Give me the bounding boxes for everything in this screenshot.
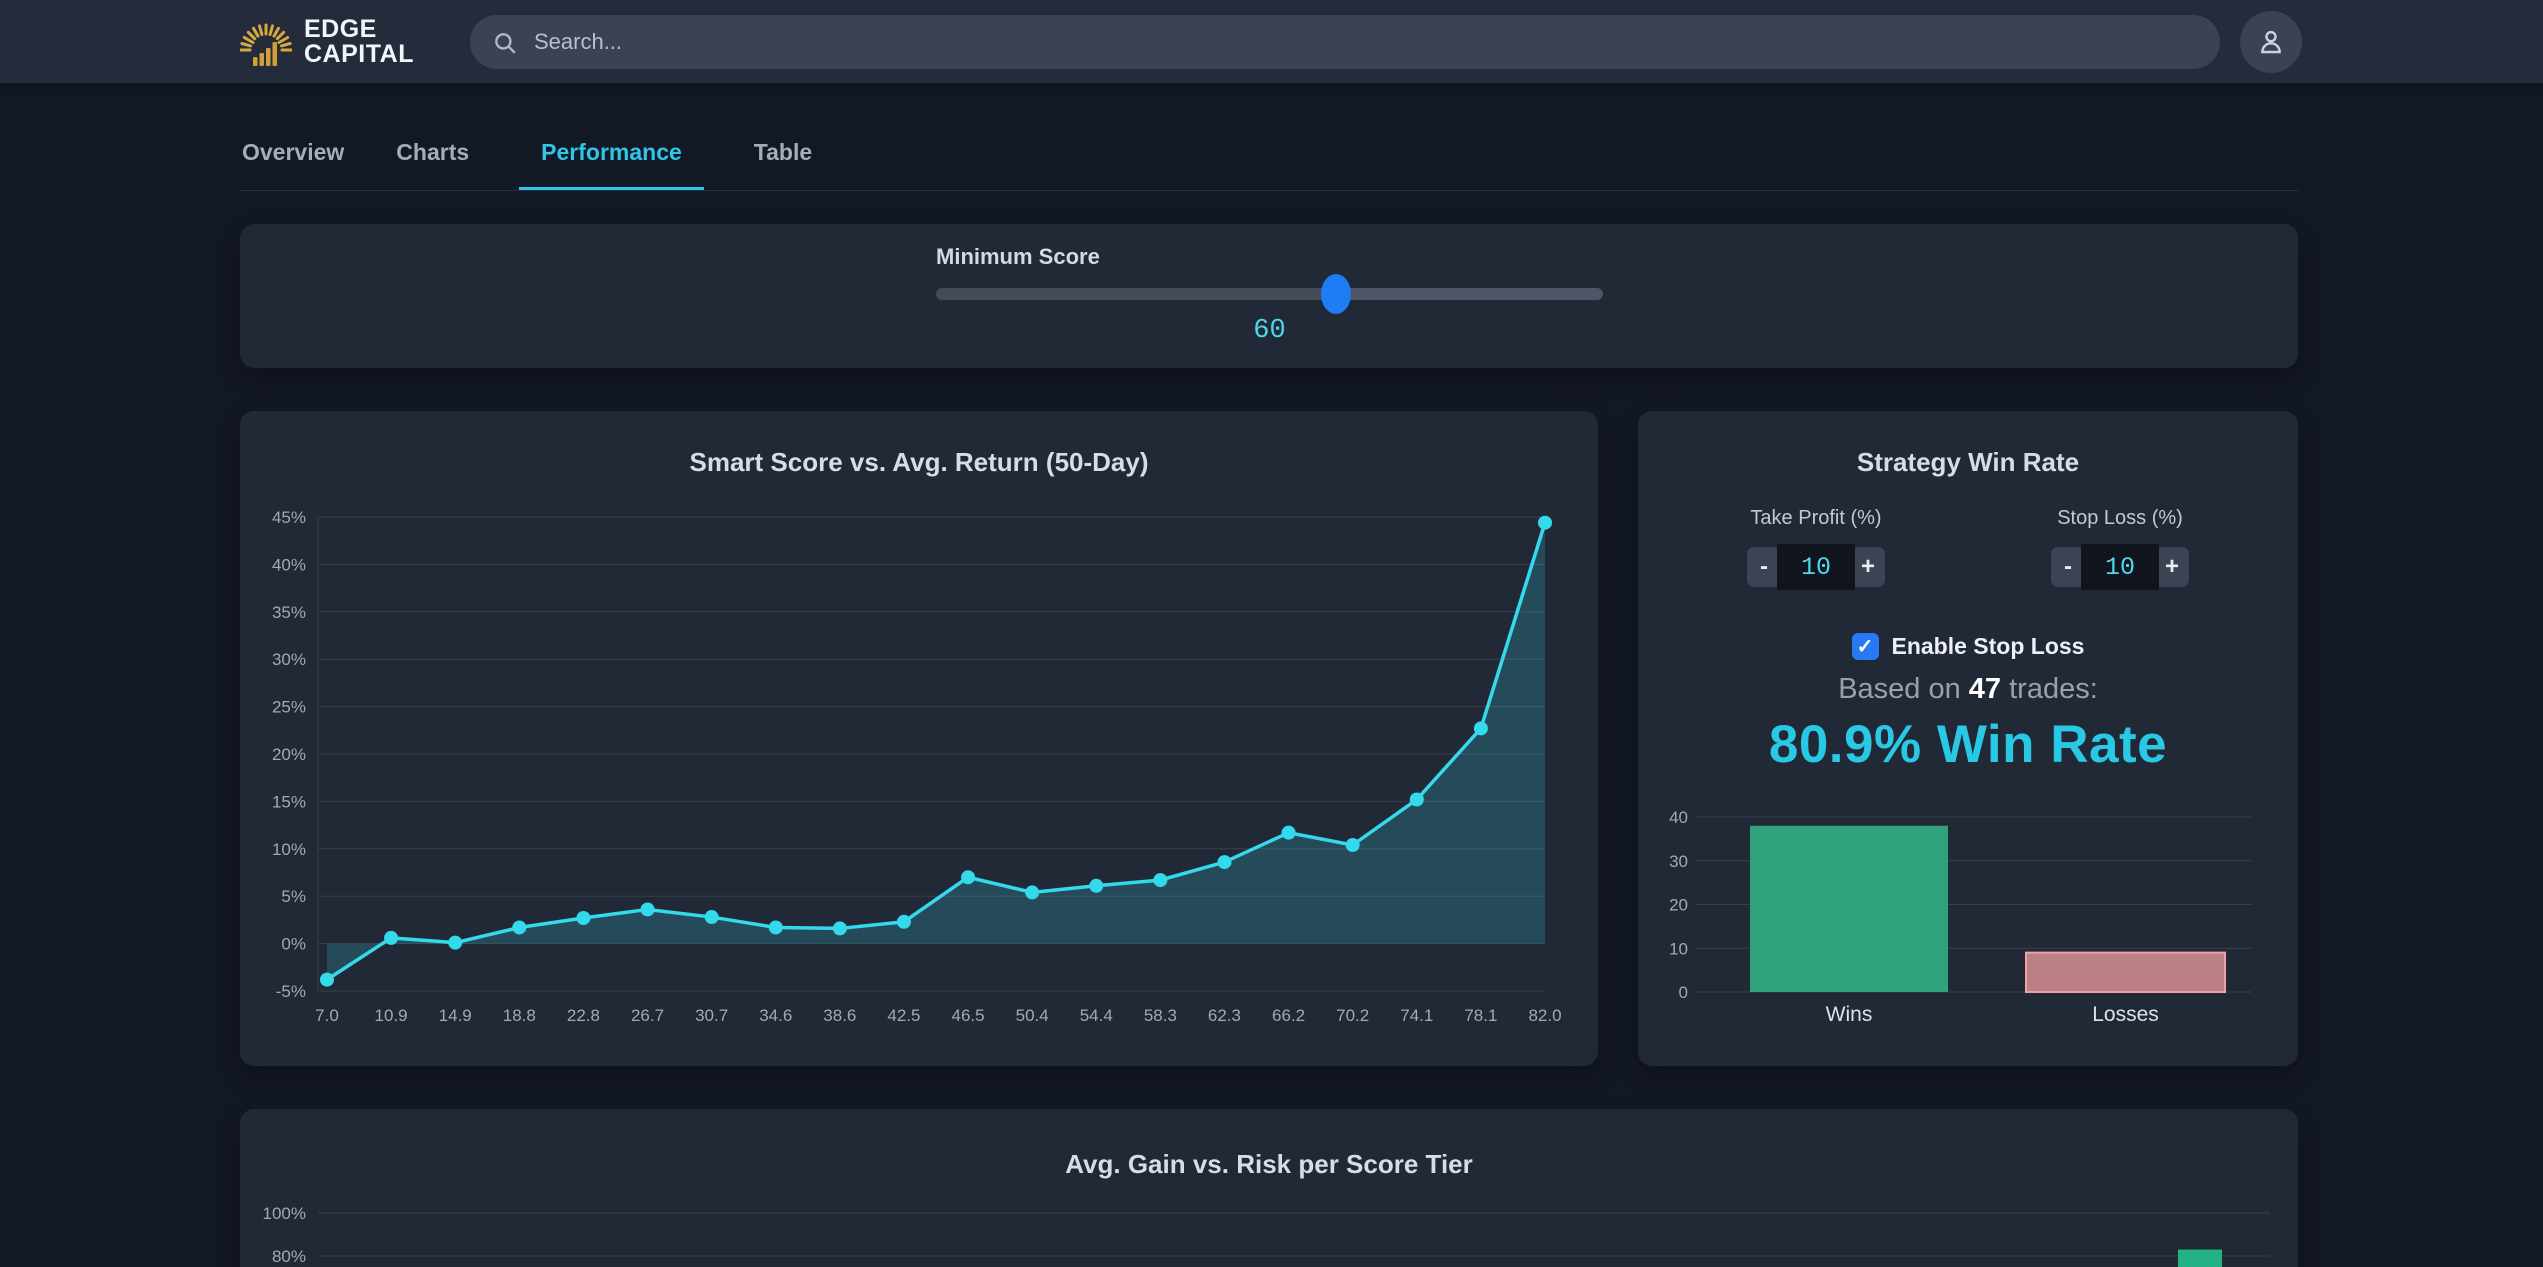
- svg-text:0%: 0%: [281, 935, 306, 954]
- brand-logo: EDGE CAPITAL: [240, 14, 414, 70]
- svg-text:20%: 20%: [272, 745, 306, 764]
- search-input[interactable]: [470, 15, 2220, 69]
- svg-text:10: 10: [1669, 939, 1688, 958]
- svg-text:34.6: 34.6: [759, 1006, 792, 1025]
- stop-loss-group: Stop Loss (%) - +: [1988, 507, 2252, 590]
- minimum-score-value: 60: [936, 316, 1603, 346]
- svg-text:46.5: 46.5: [952, 1006, 985, 1025]
- svg-text:50.4: 50.4: [1016, 1006, 1049, 1025]
- enable-stop-loss-checkbox[interactable]: ✓: [1852, 633, 1879, 660]
- tab-table[interactable]: Table: [752, 123, 814, 190]
- brand-name-line2: CAPITAL: [304, 42, 414, 67]
- svg-text:30: 30: [1669, 852, 1688, 871]
- svg-text:74.1: 74.1: [1400, 1006, 1433, 1025]
- take-profit-decrement-button[interactable]: -: [1747, 547, 1781, 587]
- tab-bar: Overview Charts Performance Table: [240, 123, 2298, 191]
- trades-count: 47: [1969, 673, 2001, 705]
- tab-overview[interactable]: Overview: [240, 123, 346, 190]
- take-profit-input[interactable]: [1777, 544, 1855, 590]
- svg-text:22.8: 22.8: [567, 1006, 600, 1025]
- strategy-win-rate-card: Strategy Win Rate Take Profit (%) - + St…: [1638, 411, 2298, 1066]
- stop-loss-stepper: - +: [2051, 544, 2189, 590]
- svg-text:25%: 25%: [272, 698, 306, 717]
- svg-text:100%: 100%: [263, 1204, 306, 1223]
- svg-text:80%: 80%: [272, 1247, 306, 1266]
- minimum-score-label: Minimum Score: [936, 244, 1100, 270]
- tab-performance[interactable]: Performance: [519, 123, 704, 190]
- svg-text:78.1: 78.1: [1464, 1006, 1497, 1025]
- trades-summary: Based on 47 trades:: [1638, 673, 2298, 706]
- svg-text:30%: 30%: [272, 650, 306, 669]
- user-avatar-button[interactable]: [2240, 11, 2302, 73]
- minimum-score-card: Minimum Score 60: [240, 224, 2298, 368]
- svg-text:7.0: 7.0: [315, 1006, 339, 1025]
- score-return-line-chart: 45% 40% 35% 30% 25% 20% 15% 10% 5% 0% -5% 7.0 10.9 14…: [240, 411, 1598, 1061]
- svg-text:70.2: 70.2: [1336, 1006, 1369, 1025]
- svg-text:42.5: 42.5: [887, 1006, 920, 1025]
- stop-loss-increment-button[interactable]: +: [2155, 547, 2189, 587]
- score-chart-title: Smart Score vs. Avg. Return (50-Day): [240, 447, 1598, 478]
- strategy-title: Strategy Win Rate: [1638, 447, 2298, 478]
- svg-text:58.3: 58.3: [1144, 1006, 1177, 1025]
- brand-name-line1: EDGE: [304, 17, 414, 42]
- svg-text:40%: 40%: [272, 555, 306, 574]
- svg-text:Wins: Wins: [1826, 1003, 1873, 1026]
- slider-thumb[interactable]: [1321, 274, 1351, 314]
- svg-text:45%: 45%: [272, 508, 306, 527]
- svg-text:40: 40: [1669, 809, 1688, 827]
- enable-stop-loss-label: Enable Stop Loss: [1892, 633, 2085, 660]
- take-profit-group: Take Profit (%) - +: [1684, 507, 1948, 590]
- minimum-score-slider[interactable]: [936, 288, 1603, 300]
- take-profit-increment-button[interactable]: +: [1851, 547, 1885, 587]
- svg-text:10%: 10%: [272, 840, 306, 859]
- svg-text:54.4: 54.4: [1080, 1006, 1113, 1025]
- svg-text:Losses: Losses: [2092, 1003, 2159, 1026]
- brand-sunburst-icon: [240, 14, 292, 70]
- take-profit-stepper: - +: [1747, 544, 1885, 590]
- search-icon: [492, 30, 518, 61]
- gain-risk-chart-card: Avg. Gain vs. Risk per Score Tier 100%80…: [240, 1109, 2298, 1267]
- svg-text:10.9: 10.9: [375, 1006, 408, 1025]
- svg-text:82.0: 82.0: [1528, 1006, 1561, 1025]
- svg-text:30.7: 30.7: [695, 1006, 728, 1025]
- gain-risk-bar-chart: 100% 80%: [240, 1109, 2298, 1267]
- svg-text:35%: 35%: [272, 603, 306, 622]
- svg-text:20: 20: [1669, 896, 1688, 915]
- stop-loss-input[interactable]: [2081, 544, 2159, 590]
- svg-text:15%: 15%: [272, 792, 306, 811]
- svg-text:38.6: 38.6: [823, 1006, 856, 1025]
- stop-loss-decrement-button[interactable]: -: [2051, 547, 2085, 587]
- enable-stop-loss-row[interactable]: ✓ Enable Stop Loss: [1638, 633, 2298, 660]
- svg-text:14.9: 14.9: [439, 1006, 472, 1025]
- svg-text:18.8: 18.8: [503, 1006, 536, 1025]
- user-avatar-icon: [2255, 26, 2287, 58]
- win-loss-bar-chart: 0 10 20 30 40 Wins Losses: [1638, 809, 2298, 1054]
- svg-text:62.3: 62.3: [1208, 1006, 1241, 1025]
- score-return-chart-card: Smart Score vs. Avg. Return (50-Day) 45%…: [240, 411, 1598, 1066]
- top-bar: EDGE CAPITAL: [0, 0, 2543, 83]
- svg-text:66.2: 66.2: [1272, 1006, 1305, 1025]
- svg-text:26.7: 26.7: [631, 1006, 664, 1025]
- take-profit-label: Take Profit (%): [1684, 507, 1948, 530]
- svg-text:-5%: -5%: [276, 982, 306, 1001]
- svg-text:5%: 5%: [281, 887, 306, 906]
- svg-text:0: 0: [1679, 983, 1688, 1002]
- tab-charts[interactable]: Charts: [394, 123, 471, 190]
- stop-loss-label: Stop Loss (%): [1988, 507, 2252, 530]
- win-rate-value: 80.9% Win Rate: [1638, 714, 2298, 775]
